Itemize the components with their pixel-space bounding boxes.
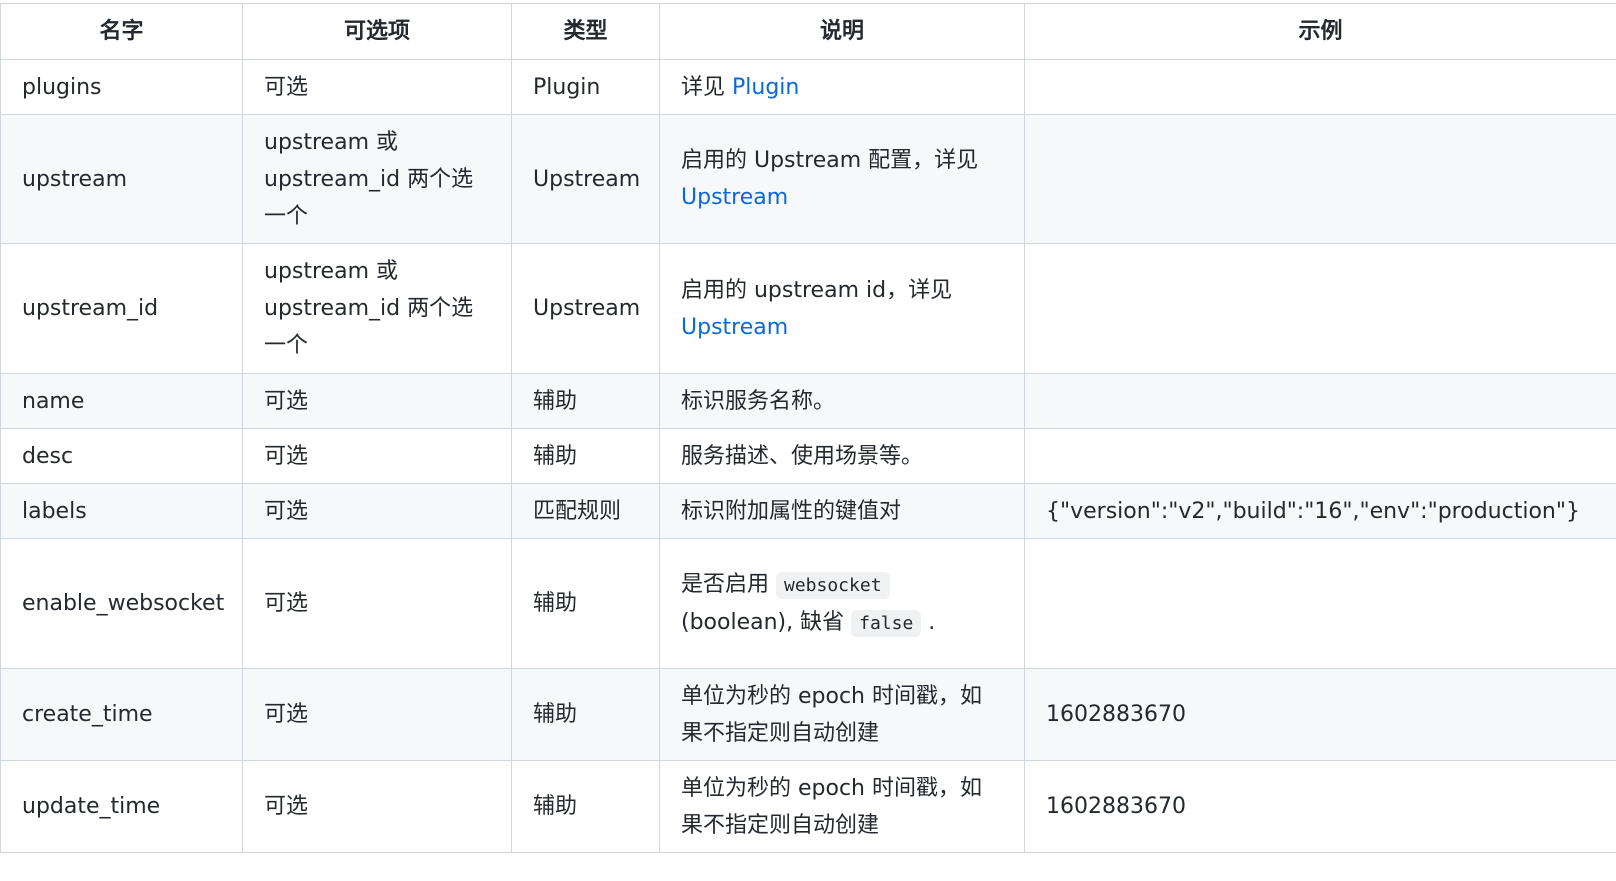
cell-optional: upstream 或 upstream_id 两个选一个 — [242, 114, 512, 244]
cell-description: 服务描述、使用场景等。 — [659, 428, 1025, 484]
table-row: plugins 可选 Plugin 详见 Plugin — [0, 59, 1616, 115]
cell-optional: 可选 — [242, 668, 512, 761]
cell-example — [1024, 373, 1616, 429]
cell-optional: 可选 — [242, 483, 512, 539]
table-row: create_time 可选 辅助 单位为秒的 epoch 时间戳，如果不指定则… — [0, 668, 1616, 761]
cell-description: 是否启用 websocket (boolean), 缺省 false . — [659, 538, 1025, 669]
cell-example — [1024, 428, 1616, 484]
cell-description: 单位为秒的 epoch 时间戳，如果不指定则自动创建 — [659, 760, 1025, 853]
cell-name: upstream_id — [0, 243, 243, 374]
cell-name: plugins — [0, 59, 243, 115]
description-text: 启用的 upstream id，详见 — [681, 277, 953, 303]
header-optional: 可选项 — [242, 3, 512, 60]
cell-type: Upstream — [511, 243, 660, 374]
cell-name: name — [0, 373, 243, 429]
table-row: upstream upstream 或 upstream_id 两个选一个 Up… — [0, 114, 1616, 244]
cell-example — [1024, 538, 1616, 669]
cell-type: 辅助 — [511, 538, 660, 669]
upstream-link[interactable]: Upstream — [681, 315, 788, 340]
cell-optional: upstream 或 upstream_id 两个选一个 — [242, 243, 512, 374]
table-header-row: 名字 可选项 类型 说明 示例 — [0, 3, 1616, 60]
cell-type: 辅助 — [511, 373, 660, 429]
table-row: update_time 可选 辅助 单位为秒的 epoch 时间戳，如果不指定则… — [0, 760, 1616, 853]
header-type: 类型 — [511, 3, 660, 60]
table-row: labels 可选 匹配规则 标识附加属性的键值对 {"version":"v2… — [0, 483, 1616, 539]
cell-type: 辅助 — [511, 668, 660, 761]
inline-code-websocket: websocket — [776, 571, 890, 599]
cell-name: update_time — [0, 760, 243, 853]
cell-description: 标识服务名称。 — [659, 373, 1025, 429]
cell-optional: 可选 — [242, 760, 512, 853]
upstream-link[interactable]: Upstream — [681, 185, 788, 210]
cell-optional: 可选 — [242, 428, 512, 484]
cell-type: 辅助 — [511, 760, 660, 853]
cell-type: Upstream — [511, 114, 660, 244]
cell-name: desc — [0, 428, 243, 484]
header-description: 说明 — [659, 3, 1025, 60]
cell-type: 匹配规则 — [511, 483, 660, 539]
description-text: 是否启用 — [681, 571, 776, 597]
table-row: upstream_id upstream 或 upstream_id 两个选一个… — [0, 243, 1616, 374]
cell-example — [1024, 243, 1616, 374]
cell-description: 单位为秒的 epoch 时间戳，如果不指定则自动创建 — [659, 668, 1025, 761]
description-text: . — [921, 609, 936, 635]
cell-optional: 可选 — [242, 538, 512, 669]
cell-example: 1602883670 — [1024, 668, 1616, 761]
cell-description: 详见 Plugin — [659, 59, 1025, 115]
service-attributes-table: 名字 可选项 类型 说明 示例 plugins 可选 Plugin 详见 Plu… — [0, 3, 1616, 853]
cell-name: enable_websocket — [0, 538, 243, 669]
cell-example — [1024, 114, 1616, 244]
cell-type: Plugin — [511, 59, 660, 115]
table-row: enable_websocket 可选 辅助 是否启用 websocket (b… — [0, 538, 1616, 669]
cell-name: upstream — [0, 114, 243, 244]
cell-example: {"version":"v2","build":"16","env":"prod… — [1024, 483, 1616, 539]
cell-example — [1024, 59, 1616, 115]
header-example: 示例 — [1024, 3, 1616, 60]
description-text: 详见 — [681, 74, 732, 100]
cell-description: 启用的 Upstream 配置，详见 Upstream — [659, 114, 1025, 244]
inline-code-false: false — [851, 609, 922, 637]
cell-name: labels — [0, 483, 243, 539]
cell-optional: 可选 — [242, 59, 512, 115]
cell-description: 启用的 upstream id，详见 Upstream — [659, 243, 1025, 374]
cell-example: 1602883670 — [1024, 760, 1616, 853]
description-text: 启用的 Upstream 配置，详见 — [681, 148, 979, 173]
table-row: desc 可选 辅助 服务描述、使用场景等。 — [0, 428, 1616, 484]
cell-description: 标识附加属性的键值对 — [659, 483, 1025, 539]
cell-optional: 可选 — [242, 373, 512, 429]
cell-name: create_time — [0, 668, 243, 761]
description-text: (boolean), 缺省 — [681, 609, 852, 635]
table-row: name 可选 辅助 标识服务名称。 — [0, 373, 1616, 429]
cell-type: 辅助 — [511, 428, 660, 484]
header-name: 名字 — [0, 3, 243, 60]
plugin-link[interactable]: Plugin — [732, 75, 799, 100]
